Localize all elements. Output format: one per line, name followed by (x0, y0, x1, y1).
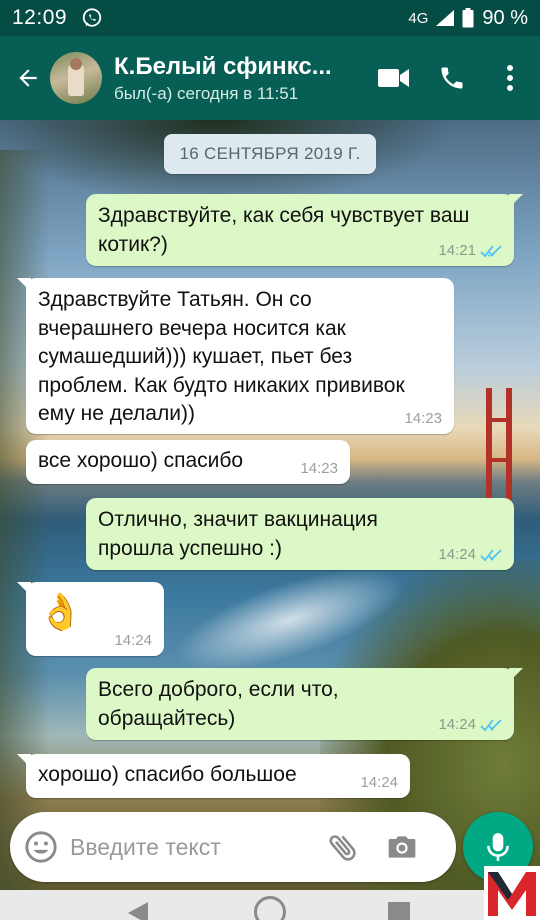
watermark-logo (484, 866, 540, 920)
system-nav-bar (0, 890, 540, 920)
more-vert-icon (507, 65, 513, 91)
message-meta: 14:21 (438, 242, 502, 260)
message-outgoing[interactable]: Отлично, значит вакцинация прошла успешн… (86, 498, 514, 570)
bubble-tail (17, 754, 31, 768)
message-time: 14:24 (360, 774, 398, 791)
message-incoming[interactable]: Здравствуйте Татьян. Он со вчерашнего ве… (17, 278, 454, 434)
status-bar: 12:09 4G 90 % (0, 0, 540, 36)
chat-header: К.Белый сфинкс... был(-а) сегодня в 11:5… (0, 36, 540, 120)
message-meta: 14:24 (438, 546, 502, 564)
status-time: 12:09 (12, 6, 68, 29)
date-separator: 16 СЕНТЯБРЯ 2019 Г. (164, 134, 376, 174)
message-time: 14:24 (438, 716, 476, 733)
battery-icon (462, 8, 474, 28)
attach-icon[interactable] (326, 830, 360, 864)
back-arrow-icon (19, 69, 37, 87)
bubble-tail (17, 582, 31, 596)
signal-icon (436, 10, 455, 26)
voice-call-button[interactable] (432, 58, 472, 98)
composer (10, 812, 456, 882)
back-button[interactable] (8, 58, 48, 98)
read-ticks-icon (480, 719, 502, 732)
message-time: 14:23 (300, 460, 338, 477)
message-time: 14:23 (404, 410, 442, 427)
message-time: 14:24 (438, 546, 476, 563)
video-call-icon (378, 69, 409, 87)
read-ticks-icon (480, 549, 502, 562)
message-text: Здравствуйте, как себя чувствует ваш кот… (98, 204, 470, 256)
message-text: Всего доброго, если что, обращайтесь) (98, 678, 339, 730)
last-seen: был(-а) сегодня в 11:51 (114, 83, 299, 103)
message-input[interactable] (70, 833, 320, 861)
nav-back-icon[interactable] (126, 902, 150, 920)
message-incoming[interactable]: все хорошо) спасибо 14:23 (26, 440, 350, 484)
message-incoming[interactable]: хорошо) спасибо большое 14:24 (17, 754, 410, 798)
message-text: хорошо) спасибо большое (38, 763, 297, 786)
message-text: все хорошо) спасибо (38, 449, 244, 472)
status-indicators: 4G 90 % (408, 7, 528, 30)
read-ticks-icon (480, 245, 502, 258)
message-text: Здравствуйте Татьян. Он со вчерашнего ве… (38, 288, 405, 425)
bubble-tail (509, 668, 523, 682)
avatar-head (70, 58, 82, 70)
nav-recents-icon[interactable] (388, 902, 410, 920)
video-call-button[interactable] (374, 58, 414, 98)
network-type: 4G (408, 9, 429, 27)
message-meta: 14:24 (360, 774, 398, 792)
message-time: 14:21 (438, 242, 476, 259)
mic-icon (487, 833, 509, 861)
contact-name: К.Белый сфинкс... (114, 52, 332, 80)
message-meta: 14:24 (114, 632, 152, 650)
bubble-tail (509, 194, 523, 208)
battery-percent: 90 % (482, 6, 528, 29)
whatsapp-icon (82, 8, 102, 27)
message-outgoing[interactable]: Всего доброго, если что, обращайтесь) 14… (86, 668, 523, 740)
more-options-button[interactable] (490, 58, 530, 98)
emoji-icon[interactable] (24, 830, 58, 864)
message-meta: 14:23 (300, 460, 338, 478)
avatar[interactable] (50, 52, 102, 104)
message-meta: 14:24 (438, 716, 502, 734)
message-meta: 14:23 (404, 410, 442, 428)
nav-home-icon[interactable] (254, 896, 286, 920)
phone-icon (441, 67, 463, 89)
message-outgoing[interactable]: Здравствуйте, как себя чувствует ваш кот… (86, 194, 523, 266)
ok-hand-emoji: 👌 (38, 591, 83, 632)
message-incoming[interactable]: 👌 14:24 (17, 582, 164, 656)
camera-icon[interactable] (386, 831, 418, 863)
message-text: Отлично, значит вакцинация прошла успешн… (98, 508, 378, 560)
chat-area[interactable]: 16 СЕНТЯБРЯ 2019 Г. Здравствуйте, как се… (0, 120, 540, 890)
message-time: 14:24 (114, 632, 152, 649)
contact-info[interactable]: К.Белый сфинкс... был(-а) сегодня в 11:5… (114, 53, 374, 104)
bubble-tail (17, 278, 31, 292)
